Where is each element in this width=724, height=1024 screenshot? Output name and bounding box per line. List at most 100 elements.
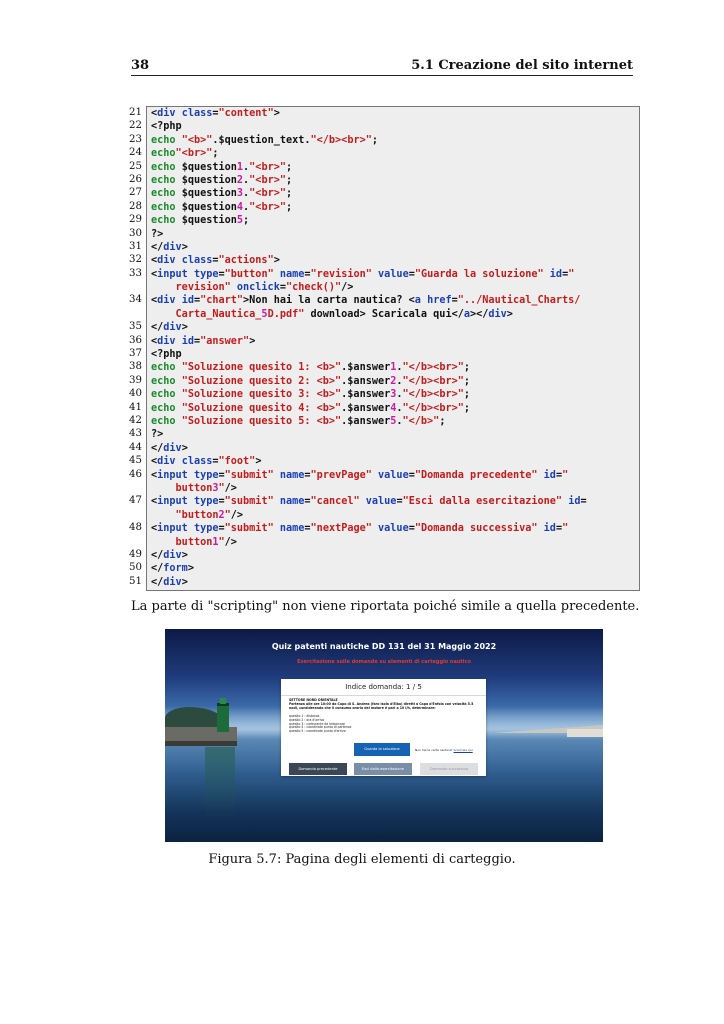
line-number: 23	[129, 133, 142, 145]
code-line: "button2"/>	[175, 509, 244, 521]
chart-download-link[interactable]: Scaricala qui	[453, 748, 472, 752]
line-number: 28	[129, 200, 142, 212]
question-card: Indice domanda: 1 / 5 SETTORE NORD ORIEN…	[281, 679, 486, 776]
line-number: 27	[129, 187, 142, 199]
code-line: </div>	[151, 241, 188, 253]
code-listing: 21 22 23 24 25 26 27 28 29 30 31 32 33 34 35 36 37 38 39 40…	[120, 106, 642, 592]
code-line: <?php	[151, 349, 182, 361]
code-line: <div id="chart">Non hai la carta nautica…	[151, 295, 581, 307]
code-line: echo $question2."<br>";	[151, 174, 293, 186]
code-line: Carta_Nautica_5D.pdf" download> Scarical…	[175, 308, 513, 320]
lighthouse-reflection	[205, 747, 235, 817]
line-numbers: 21 22 23 24 25 26 27 28 29 30 31 32 33 34 35 36 37 38 39 40…	[120, 106, 142, 588]
code-line: revision" onclick="check()"/>	[175, 282, 354, 294]
line-number: 38	[129, 361, 142, 373]
code-line: echo "Soluzione quesito 3: <b>".$answer3…	[151, 389, 470, 401]
line-number: 40	[129, 388, 142, 400]
code-line: echo $question3."<br>";	[151, 188, 293, 200]
line-number: 43	[129, 428, 142, 440]
code-box: <div class="content"> <?php echo "<b>".$qu…	[146, 106, 640, 591]
question-text: SETTORE NORD ORIENTALE Partenza alle ore…	[289, 698, 479, 710]
code-line: <?php	[151, 121, 182, 133]
code-line: echo "<b>".$question_text."</b><br>";	[151, 134, 378, 146]
line-number: 26	[129, 173, 142, 185]
exit-exercise-button[interactable]: Esci dalla esercitazione	[354, 763, 412, 775]
line-number	[120, 535, 142, 548]
figure-caption: Figura 5.7: Pagina degli elementi di car…	[208, 852, 516, 867]
chart-download: Non hai la carta nautica? Scaricala qui	[415, 748, 473, 752]
line-number: 22	[129, 120, 142, 132]
breakwater-rocks	[567, 729, 603, 737]
line-number: 37	[129, 348, 142, 360]
code-line: <div class="foot">	[151, 456, 262, 468]
line-number: 32	[129, 254, 142, 266]
quiz-subtitle: Esercitazione sulle domande su elementi …	[297, 659, 471, 665]
question-items: quesito 1 : distanza quesito 2 : ora d'a…	[289, 714, 351, 734]
quiz-screenshot: Quiz patenti nautiche DD 131 del 31 Magg…	[165, 629, 603, 842]
code-line: <div class="content">	[151, 108, 280, 119]
code-line: echo "Soluzione quesito 2: <b>".$answer2…	[151, 375, 470, 387]
line-number: 48	[129, 522, 142, 534]
code-line: <input type="submit" name="nextPage" val…	[151, 523, 569, 535]
code-line: echo "Soluzione quesito 4: <b>".$answer4…	[151, 402, 470, 414]
quiz-title: Quiz patenti nautiche DD 131 del 31 Magg…	[271, 642, 497, 651]
code-line: button3"/>	[175, 482, 237, 494]
header-rule	[131, 75, 633, 76]
code-line: </div>	[151, 442, 188, 454]
line-number: 25	[129, 160, 142, 172]
line-number	[120, 307, 142, 320]
code-line: <input type="submit" name="prevPage" val…	[151, 469, 569, 481]
line-number	[120, 280, 142, 293]
code-line: <input type="button" name="revision" val…	[151, 268, 575, 280]
line-number: 39	[129, 374, 142, 386]
list-item: quesito 5 : coordinate punto d'arrivo	[289, 729, 346, 734]
code-line: echo $question5;	[151, 215, 250, 227]
code-line: <div id="answer">	[151, 335, 256, 347]
pier-edge	[165, 741, 237, 746]
line-number: 50	[129, 562, 142, 574]
code-line: </form>	[151, 563, 194, 575]
line-number: 44	[129, 441, 142, 453]
code-line: <input type="submit" name="cancel" value…	[151, 496, 587, 508]
body-paragraph: La parte di "scripting" non viene riport…	[131, 599, 640, 614]
line-number	[120, 508, 142, 521]
lighthouse-lamp	[220, 698, 226, 704]
card-divider	[281, 695, 486, 696]
line-number: 42	[129, 414, 142, 426]
code-line: echo $question4."<br>";	[151, 201, 293, 213]
code-line: echo $question1."<br>";	[151, 161, 293, 173]
lighthouse	[217, 703, 229, 732]
line-number: 34	[129, 294, 142, 306]
question-body: Partenza alle ore 10:00 da Capo di S. An…	[289, 702, 474, 710]
line-number: 51	[129, 575, 142, 587]
line-number: 30	[129, 227, 142, 239]
solution-button[interactable]: Guarda la soluzione	[354, 743, 410, 756]
line-number: 49	[129, 548, 142, 560]
line-number: 33	[129, 267, 142, 279]
line-number: 45	[129, 455, 142, 467]
code-line: ?>	[151, 228, 164, 240]
chart-text: Non hai la carta nautica?	[415, 748, 453, 752]
code-line: ?>	[151, 429, 164, 441]
line-number: 24	[129, 147, 142, 159]
line-number: 47	[129, 495, 142, 507]
code-line: button1"/>	[175, 536, 237, 548]
code-line: </div>	[151, 322, 188, 334]
line-number: 36	[129, 334, 142, 346]
question-index: Indice domanda: 1 / 5	[345, 683, 422, 691]
code-line: echo "Soluzione quesito 5: <b>".$answer5…	[151, 415, 446, 427]
line-number	[120, 481, 142, 494]
previous-question-button[interactable]: Domanda precedente	[289, 763, 347, 775]
line-number: 46	[129, 468, 142, 480]
code-line: </div>	[151, 576, 188, 588]
page-number: 38	[131, 58, 150, 73]
next-question-button[interactable]: Domanda successiva	[420, 763, 478, 775]
line-number: 31	[129, 240, 142, 252]
section-title: 5.1 Creazione del sito internet	[411, 58, 633, 73]
line-number: 21	[129, 107, 142, 118]
code-line: echo"<br>";	[151, 148, 219, 160]
line-number: 41	[129, 401, 142, 413]
line-number: 35	[129, 321, 142, 333]
code-line: </div>	[151, 549, 188, 561]
code-line: <div class="actions">	[151, 255, 280, 267]
